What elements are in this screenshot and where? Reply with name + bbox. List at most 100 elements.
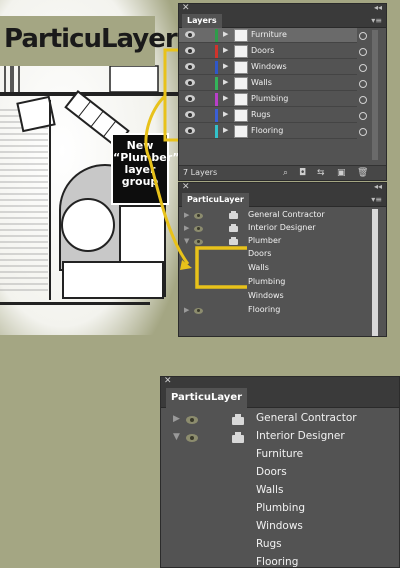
layers-footer: 7 Layers ⌕ ◘ ⇆ ▣ 🗑 <box>179 165 386 180</box>
eye-icon[interactable] <box>185 31 195 38</box>
panel-header: ✕ <box>161 376 399 388</box>
particulayer-panel-small: ✕ ◂◂ ParticuLayer ▾≡ ▶ General Contracto… <box>178 182 387 337</box>
callout-label: New “Plumber” layer group <box>111 133 180 205</box>
layer-thumbnail <box>234 93 248 106</box>
sublayer-name: Doors <box>248 249 272 258</box>
panel-header: ✕ ◂◂ <box>179 3 386 14</box>
target-circle-icon[interactable] <box>359 32 367 40</box>
target-circle-icon[interactable] <box>359 96 367 104</box>
new-layer-icon[interactable]: ▣ <box>337 168 346 178</box>
layer-thumbnail <box>234 77 248 90</box>
target-circle-icon[interactable] <box>359 128 367 136</box>
scrollbar[interactable] <box>372 209 378 336</box>
collapse-icon[interactable]: ◂◂ <box>374 3 382 12</box>
collapsed-triangle-icon[interactable]: ▶ <box>173 414 180 424</box>
expand-triangle-icon[interactable]: ▶ <box>223 78 228 86</box>
layer-thumbnail <box>234 109 248 122</box>
print-icon[interactable] <box>232 432 244 443</box>
layer-row[interactable]: ▶ Walls <box>179 76 367 91</box>
tab-layers[interactable]: Layers <box>182 14 222 28</box>
page-title: ParticuLayer <box>0 16 178 66</box>
sublayer-name: Plumbing <box>248 277 286 286</box>
close-icon[interactable]: ✕ <box>182 3 190 13</box>
expand-triangle-icon[interactable]: ▶ <box>223 46 228 54</box>
layer-color-swatch <box>215 93 218 106</box>
layer-count: 7 Layers <box>183 168 218 177</box>
scrollbar[interactable] <box>372 30 378 160</box>
sublayer-name: Windows <box>248 291 284 300</box>
eye-icon[interactable] <box>185 63 195 70</box>
collapsed-triangle-icon[interactable]: ▶ <box>184 224 189 232</box>
print-icon[interactable] <box>232 414 244 425</box>
layer-name: Rugs <box>251 110 271 119</box>
layer-color-swatch <box>215 125 218 138</box>
tab-particulayer[interactable]: ParticuLayer <box>166 388 248 408</box>
sublayer-name: Doors <box>256 466 287 478</box>
print-icon[interactable] <box>229 237 238 245</box>
eye-icon[interactable] <box>194 226 203 232</box>
layer-name: Doors <box>251 46 275 55</box>
close-icon[interactable]: ✕ <box>182 182 190 192</box>
layer-name: Plumbing <box>251 94 289 103</box>
eye-icon[interactable] <box>186 434 198 442</box>
particulayer-panel-large: ✕ ParticuLayer ▶ General Contractor ▼ In… <box>160 376 400 568</box>
eye-icon[interactable] <box>194 239 203 245</box>
target-circle-icon[interactable] <box>359 64 367 72</box>
tab-bar: ParticuLayer <box>161 388 399 408</box>
collapsed-triangle-icon[interactable]: ▶ <box>184 211 189 219</box>
sublayer-name: Furniture <box>256 448 304 460</box>
layer-color-swatch <box>215 109 218 122</box>
expand-triangle-icon[interactable]: ▶ <box>223 30 228 38</box>
expand-triangle-icon[interactable]: ▶ <box>223 110 228 118</box>
group-name: General Contractor <box>248 210 325 219</box>
close-icon[interactable]: ✕ <box>164 376 172 386</box>
eye-icon[interactable] <box>185 127 195 134</box>
layer-row[interactable]: ▶ Plumbing <box>179 92 367 107</box>
eye-icon[interactable] <box>185 111 195 118</box>
sublayer-name: Plumbing <box>256 502 306 514</box>
print-icon[interactable] <box>229 211 238 219</box>
eye-icon[interactable] <box>185 47 195 54</box>
layer-color-swatch <box>215 29 218 42</box>
collapsed-triangle-icon[interactable]: ▶ <box>184 306 189 314</box>
print-icon[interactable] <box>229 224 238 232</box>
eye-icon[interactable] <box>185 95 195 102</box>
layer-row[interactable]: ▶ Rugs <box>179 108 367 123</box>
locate-icon[interactable]: ⌕ <box>283 168 288 178</box>
layer-row[interactable]: ▶ Windows <box>179 60 367 75</box>
sublayer-name: Windows <box>256 520 303 532</box>
eye-icon[interactable] <box>194 308 203 314</box>
collapse-icon[interactable]: ◂◂ <box>374 182 382 191</box>
eye-icon[interactable] <box>185 79 195 86</box>
layer-color-swatch <box>215 45 218 58</box>
sublayer-name: Rugs <box>256 538 282 550</box>
panel-header: ✕ ◂◂ <box>179 182 386 193</box>
panel-menu-icon[interactable]: ▾≡ <box>371 16 382 25</box>
target-circle-icon[interactable] <box>359 80 367 88</box>
layer-thumbnail <box>234 61 248 74</box>
group-name: General Contractor <box>256 412 357 424</box>
clip-mask-icon[interactable]: ◘ <box>299 168 306 178</box>
panel-menu-icon[interactable]: ▾≡ <box>371 195 382 204</box>
eye-icon[interactable] <box>194 213 203 219</box>
expand-triangle-icon[interactable]: ▶ <box>223 62 228 70</box>
target-circle-icon[interactable] <box>359 48 367 56</box>
layer-row[interactable]: ▶ Furniture <box>179 28 367 43</box>
group-name: Plumber <box>248 236 282 245</box>
layer-row[interactable]: ▶ Doors <box>179 44 367 59</box>
layer-name: Walls <box>251 78 272 87</box>
eye-icon[interactable] <box>186 416 198 424</box>
layer-name: Windows <box>251 62 287 71</box>
layers-panel: ✕ ◂◂ Layers ▾≡ ▶ Furniture ▶ Doors ▶ Win… <box>178 3 387 181</box>
expand-triangle-icon[interactable]: ▶ <box>223 94 228 102</box>
delete-icon[interactable]: 🗑 <box>357 168 368 178</box>
group-name: Interior Designer <box>248 223 316 232</box>
expand-triangle-icon[interactable]: ▶ <box>223 126 228 134</box>
tab-particulayer[interactable]: ParticuLayer <box>182 193 249 207</box>
tab-bar: Layers ▾≡ <box>179 14 386 28</box>
new-sublayer-icon[interactable]: ⇆ <box>317 168 325 178</box>
expanded-triangle-icon[interactable]: ▼ <box>173 432 180 442</box>
layer-row[interactable]: ▶ Flooring <box>179 124 367 139</box>
expanded-triangle-icon[interactable]: ▼ <box>184 237 189 245</box>
target-circle-icon[interactable] <box>359 112 367 120</box>
